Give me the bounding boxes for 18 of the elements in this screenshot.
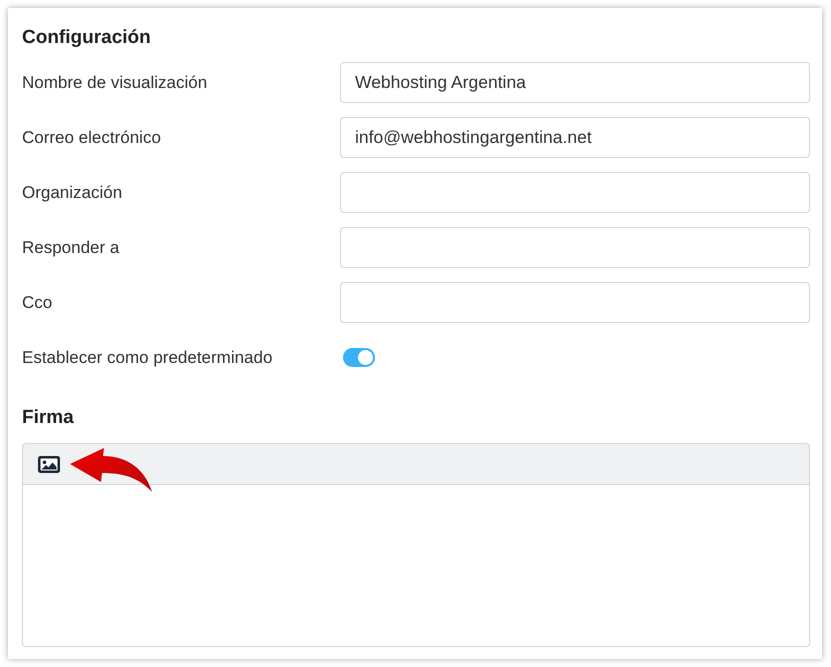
text-field[interactable]	[340, 172, 810, 213]
section-title: Configuración	[22, 26, 151, 50]
field-label: Cco	[22, 292, 52, 312]
text-field[interactable]	[340, 227, 810, 268]
field-label: Establecer como predeterminado	[22, 348, 272, 368]
image-icon	[38, 456, 60, 472]
field-label: Correo electrónico	[22, 128, 161, 148]
text-field[interactable]: info@webhostingargentina.net	[340, 117, 810, 158]
field-label: Organización	[22, 182, 122, 202]
field-label: Responder a	[22, 238, 120, 258]
curved-arrow-icon	[69, 447, 153, 493]
section-title: Firma	[22, 406, 74, 430]
field-label: Nombre de visualización	[22, 72, 208, 92]
signature-editor[interactable]	[22, 485, 810, 647]
text-field[interactable]	[340, 282, 810, 323]
toggle-switch[interactable]	[343, 348, 375, 367]
text-field[interactable]: Webhosting Argentina	[340, 62, 810, 103]
insert-image-button[interactable]	[38, 456, 60, 472]
